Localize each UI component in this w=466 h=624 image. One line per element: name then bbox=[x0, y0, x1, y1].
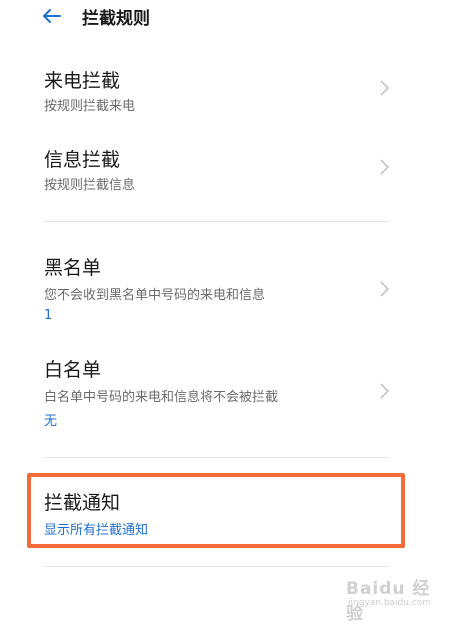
list-item-whitelist[interactable]: 白名单 白名单中号码的来电和信息将不会被拦截 无 bbox=[0, 347, 466, 432]
list-item-blacklist[interactable]: 黑名单 您不会收到黑名单中号码的来电和信息 1 bbox=[0, 245, 466, 330]
chevron-right-icon bbox=[380, 281, 390, 297]
list-item-subtitle: 白名单中号码的来电和信息将不会被拦截 bbox=[44, 390, 279, 405]
chevron-right-icon bbox=[380, 383, 390, 399]
arrow-left-icon bbox=[43, 9, 61, 23]
list-item-count: 1 bbox=[44, 308, 53, 323]
section-divider bbox=[44, 221, 389, 222]
chevron-right-icon bbox=[380, 80, 390, 96]
rule-item-subtitle: 按规则拦截来电 bbox=[44, 99, 136, 114]
back-button[interactable] bbox=[36, 2, 66, 30]
rule-item-title: 信息拦截 bbox=[44, 149, 121, 171]
rule-item-call-block[interactable]: 来电拦截 按规则拦截来电 bbox=[0, 58, 466, 120]
page-title: 拦截规则 bbox=[82, 9, 150, 29]
list-item-subtitle: 您不会收到黑名单中号码的来电和信息 bbox=[44, 288, 266, 303]
chevron-right-icon bbox=[380, 159, 390, 175]
list-item-count: 无 bbox=[44, 414, 58, 429]
rule-item-subtitle: 按规则拦截信息 bbox=[44, 178, 136, 193]
highlight-box bbox=[27, 473, 405, 548]
section-divider bbox=[44, 457, 389, 458]
section-divider bbox=[44, 566, 389, 567]
watermark-url: jingyan.baidu.com bbox=[348, 598, 432, 608]
app-header: 拦截规则 bbox=[0, 0, 466, 36]
watermark: Baidu 经验 jingyan.baidu.com bbox=[346, 574, 446, 624]
list-item-title: 黑名单 bbox=[44, 257, 102, 279]
rule-item-title: 来电拦截 bbox=[44, 70, 121, 92]
rule-item-message-block[interactable]: 信息拦截 按规则拦截信息 bbox=[0, 137, 466, 199]
list-item-title: 白名单 bbox=[44, 359, 102, 381]
